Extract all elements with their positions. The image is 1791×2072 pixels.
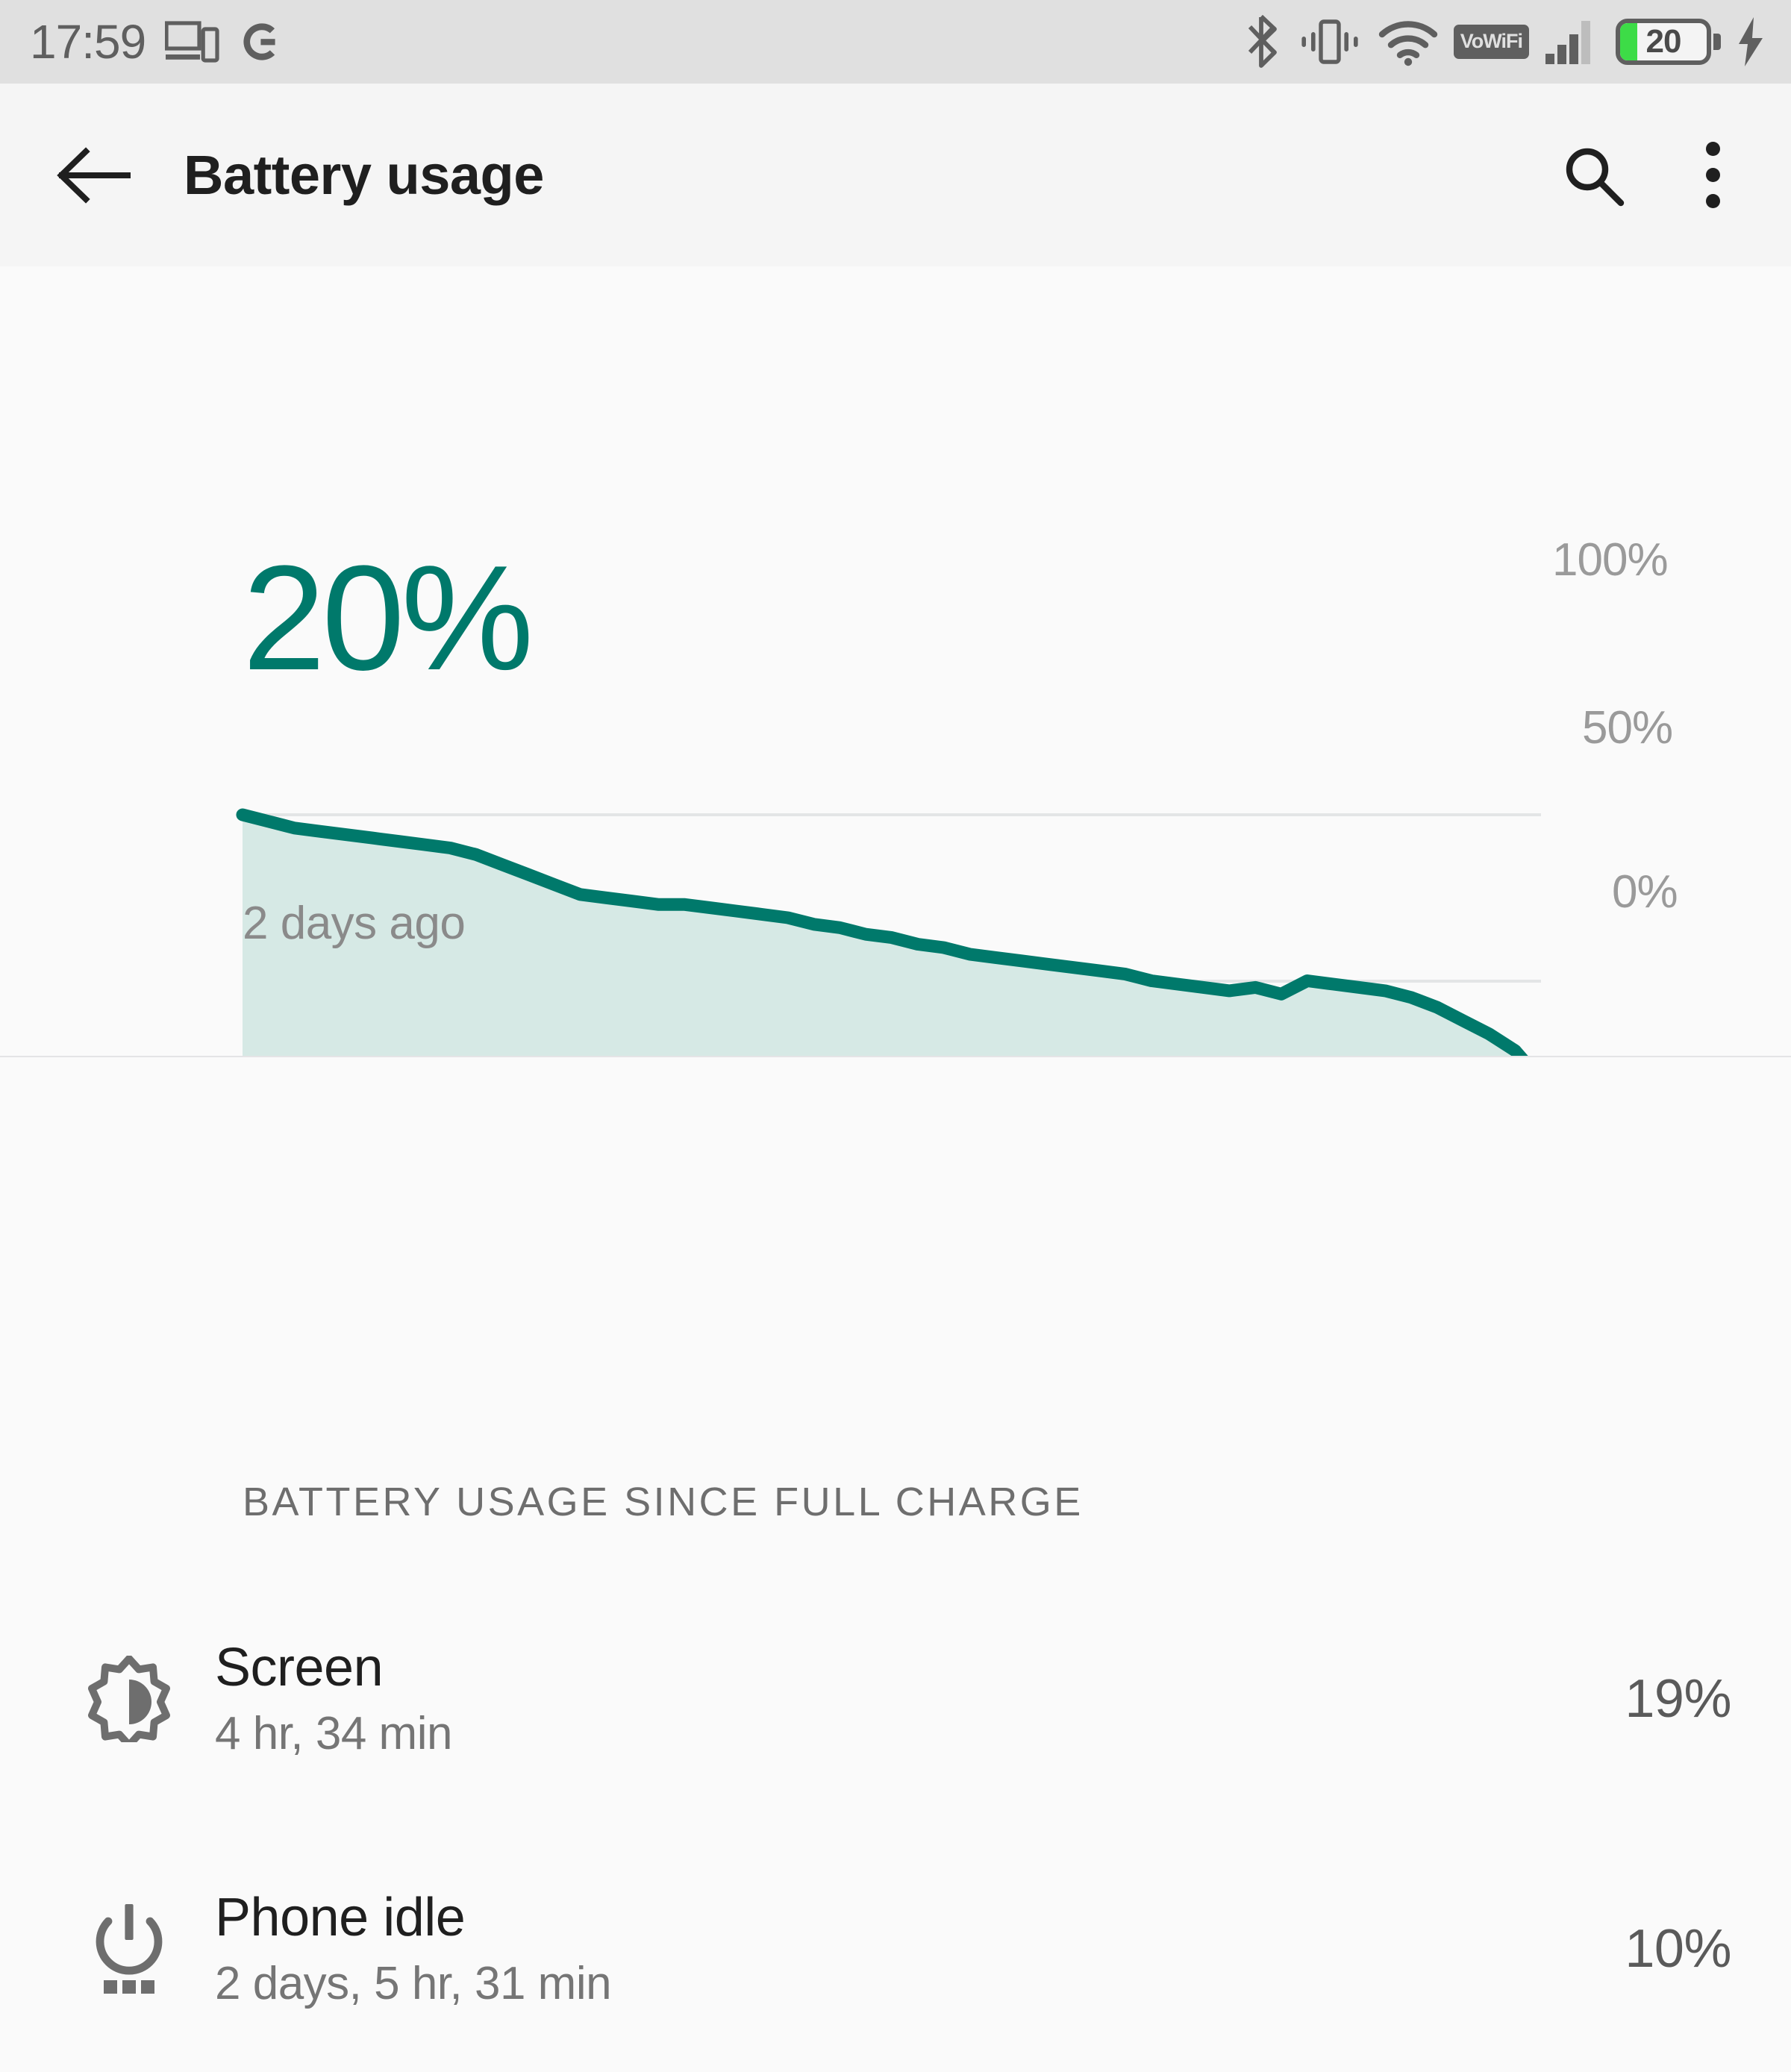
app-bar-actions: [1556, 138, 1750, 213]
search-button[interactable]: [1556, 138, 1631, 213]
usage-list-item-phone-idle[interactable]: Phone idle 2 days, 5 hr, 31 min 10%: [0, 1826, 1791, 2072]
page-title: Battery usage: [184, 144, 544, 206]
brightness-icon: [66, 1656, 193, 1742]
usage-item-title: Screen: [215, 1638, 384, 1697]
back-arrow-icon: [57, 146, 131, 204]
usage-item-text: Screen 4 hr, 34 min: [215, 1638, 452, 1760]
power-idle-icon: [66, 1903, 193, 1995]
usage-item-subtitle: 2 days, 5 hr, 31 min: [215, 1958, 612, 2009]
vibrate-icon: [1301, 19, 1358, 64]
battery-icon: 20: [1616, 19, 1721, 65]
status-bar: 17:59 VoWiFi 20: [0, 0, 1791, 84]
charging-bolt-icon: [1739, 17, 1763, 66]
battery-body: 20: [1616, 19, 1711, 65]
search-icon: [1566, 148, 1625, 206]
chart-x-caption: 2 days ago: [243, 898, 466, 949]
vowifi-badge: VoWiFi: [1453, 25, 1529, 59]
battery-history-chart: 100% 50% 0% 2 days ago: [0, 266, 1791, 1056]
status-bar-clock: 17:59: [30, 15, 146, 69]
usage-item-percent: 10%: [1625, 1919, 1731, 1979]
usage-list-item-screen[interactable]: Screen 4 hr, 34 min 19%: [0, 1576, 1791, 1822]
wifi-icon: [1378, 21, 1437, 66]
status-bar-left: 17:59: [30, 18, 284, 66]
usage-item-title: Phone idle: [215, 1888, 466, 1947]
battery-content: 20% 100% 50% 0% 2 days ago BATTERY USAGE…: [0, 266, 1791, 2009]
more-vert-icon: [1705, 142, 1720, 208]
google-g-icon: [243, 23, 275, 60]
app-bar: Battery usage: [0, 84, 1791, 266]
battery-level-text: 20: [1645, 23, 1682, 60]
y-tick-100: 100%: [1552, 534, 1669, 586]
section-divider: [0, 1056, 1791, 1057]
y-tick-50: 50%: [1582, 702, 1673, 754]
chart-y-axis: 100% 50% 0%: [1548, 266, 1787, 1056]
usage-item-subtitle: 4 hr, 34 min: [215, 1708, 452, 1759]
cast-devices-icon: [165, 21, 219, 63]
cellular-signal-icon: [1545, 21, 1590, 64]
usage-item-percent: 19%: [1625, 1669, 1731, 1729]
bluetooth-icon: [1248, 14, 1277, 68]
status-bar-right: VoWiFi 20: [1245, 14, 1766, 69]
battery-tip: [1713, 34, 1721, 50]
y-tick-0: 0%: [1612, 866, 1678, 918]
section-header: BATTERY USAGE SINCE FULL CHARGE: [243, 1480, 1084, 1524]
usage-item-text: Phone idle 2 days, 5 hr, 31 min: [215, 1888, 612, 2010]
back-button[interactable]: [52, 134, 134, 216]
overflow-menu-button[interactable]: [1675, 138, 1750, 213]
